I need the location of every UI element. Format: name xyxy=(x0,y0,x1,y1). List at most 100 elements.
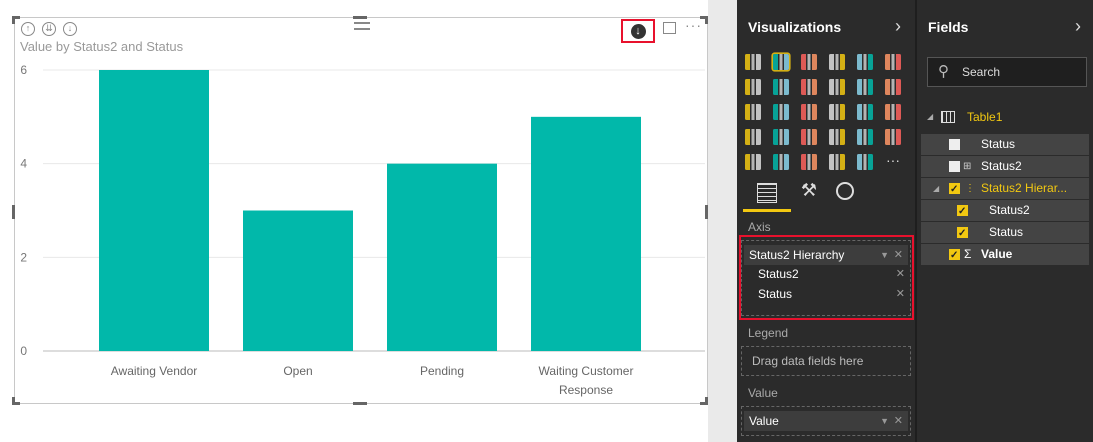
fields-title: Fields xyxy=(928,19,969,35)
clustered-bar-chart-icon[interactable] xyxy=(801,54,817,70)
checkbox[interactable] xyxy=(949,245,960,266)
field-status2[interactable]: ⊞ Status2 xyxy=(921,156,1089,177)
x-tick-label: Awaiting Vendor xyxy=(111,364,198,378)
field-status[interactable]: Status xyxy=(921,134,1089,155)
visual-pane-tabs: ⚒ xyxy=(737,176,915,212)
field-label: Status2 xyxy=(981,159,1022,173)
gauge-icon[interactable] xyxy=(801,129,817,145)
y-tick-label: 2 xyxy=(20,250,27,264)
bar[interactable] xyxy=(531,116,641,351)
clustered-column-chart-icon[interactable] xyxy=(829,54,845,70)
field-hier-status2[interactable]: Status2 xyxy=(921,200,1089,222)
matrix-icon[interactable] xyxy=(885,104,901,120)
search-icon: ⚲ xyxy=(938,63,949,80)
y-tick-label: 4 xyxy=(20,157,27,171)
treemap-icon[interactable] xyxy=(801,104,817,120)
canvas-gutter xyxy=(708,0,737,442)
expand-table-icon[interactable]: ◢ xyxy=(927,112,933,121)
bar[interactable] xyxy=(387,163,497,351)
filled-map-icon[interactable] xyxy=(745,129,761,145)
field-status2-hierarchy[interactable]: ◢ ⋮ Status2 Hierar... xyxy=(921,178,1089,200)
more-visuals-icon[interactable]: ··· xyxy=(883,152,903,172)
sigma-icon: Σ xyxy=(964,247,972,261)
y-tick-label: 0 xyxy=(20,344,27,358)
x-tick-label: Waiting Customer xyxy=(539,364,634,378)
donut-chart-icon[interactable] xyxy=(773,154,789,170)
line-column-chart-icon[interactable] xyxy=(829,79,845,95)
x-tick-label: Pending xyxy=(420,364,464,378)
field-label: Status xyxy=(981,137,1016,151)
card-icon[interactable] xyxy=(857,129,873,145)
collapse-hierarchy-icon[interactable]: ◢ xyxy=(933,178,939,199)
column-chart-visual[interactable]: ↑ ⇊ ↓ ↓ ··· Value by Status2 and Status … xyxy=(14,17,708,404)
field-hier-status[interactable]: Status xyxy=(921,222,1089,244)
visualizations-title: Visualizations xyxy=(748,19,842,35)
bar[interactable] xyxy=(99,70,209,351)
fields-well-icon xyxy=(757,183,777,203)
y-tick-label: 6 xyxy=(20,63,27,77)
bar[interactable] xyxy=(243,210,353,352)
funnel-icon[interactable] xyxy=(773,129,789,145)
checkbox[interactable] xyxy=(949,161,960,172)
field-value[interactable]: Σ Value xyxy=(921,244,1089,266)
shape-map-icon[interactable] xyxy=(829,154,845,170)
hierarchy-icon: ⊞ xyxy=(963,161,972,172)
value-field[interactable]: Value ▼ ✕ xyxy=(744,411,908,431)
100-bar-chart-icon[interactable] xyxy=(857,54,873,70)
search-input[interactable]: ⚲ Search xyxy=(927,57,1087,87)
resize-handle-tl-v[interactable] xyxy=(12,16,15,24)
resize-handle-top[interactable] xyxy=(353,16,367,19)
value-field-label: Value xyxy=(749,414,779,428)
chart-area: 0 2 4 6 Awaiting Vendor Open Pending Waiting Cu… xyxy=(20,63,705,397)
chevron-down-icon[interactable]: ▼ xyxy=(880,411,889,431)
search-placeholder: Search xyxy=(962,65,1001,79)
resize-handle-bl-v[interactable] xyxy=(12,397,15,405)
collapse-visualizations-icon[interactable]: › xyxy=(895,16,901,37)
report-canvas: ↑ ⇊ ↓ ↓ ··· Value by Status2 and Status … xyxy=(0,0,737,442)
tab-fields[interactable] xyxy=(743,176,791,212)
100-column-chart-icon[interactable] xyxy=(885,54,901,70)
axis-section-label: Axis xyxy=(748,220,771,234)
axis-highlight-box xyxy=(739,235,914,320)
analytics-icon[interactable] xyxy=(836,182,854,200)
remove-icon[interactable]: ✕ xyxy=(894,411,903,431)
table-name[interactable]: Table1 xyxy=(967,110,1002,124)
stacked-bar-chart-icon[interactable] xyxy=(745,54,761,70)
checkbox[interactable] xyxy=(949,139,960,150)
hierarchy-icon: ⋮ xyxy=(965,183,975,194)
stacked-area-chart-icon[interactable] xyxy=(801,79,817,95)
pie-chart-icon[interactable] xyxy=(773,104,789,120)
stacked-column-chart-icon[interactable] xyxy=(771,52,791,72)
area-chart-icon[interactable] xyxy=(773,79,789,95)
resize-handle-left[interactable] xyxy=(12,205,15,219)
legend-well[interactable]: Drag data fields here xyxy=(741,346,911,376)
value-well[interactable]: Value ▼ ✕ xyxy=(741,406,911,436)
x-tick-label: Response xyxy=(559,383,613,397)
visualizations-pane: Visualizations › ··· ⚒ Axis Status2 Hier… xyxy=(737,0,915,442)
x-tick-label: Open xyxy=(283,364,312,378)
ribbon-chart-icon[interactable] xyxy=(885,79,901,95)
paint-roller-icon[interactable]: ⚒ xyxy=(799,180,819,204)
value-section-label: Value xyxy=(748,386,778,400)
collapse-fields-icon[interactable]: › xyxy=(1075,16,1081,37)
checkbox[interactable] xyxy=(957,223,968,244)
legend-section-label: Legend xyxy=(748,326,789,340)
field-label: Value xyxy=(981,247,1013,261)
checkbox[interactable] xyxy=(957,201,968,222)
line-stacked-column-icon[interactable] xyxy=(857,79,873,95)
globe-icon[interactable] xyxy=(857,154,873,170)
slicer-icon[interactable] xyxy=(745,154,761,170)
line-chart-icon[interactable] xyxy=(745,79,761,95)
field-label: Status xyxy=(989,225,1024,239)
checkbox[interactable] xyxy=(949,179,960,200)
kpi-icon[interactable] xyxy=(885,129,901,145)
fields-pane: Fields › ⚲ Search ◢ Table1 Status ⊞ Stat… xyxy=(917,0,1093,442)
table-visual-icon[interactable] xyxy=(857,104,873,120)
field-label: Status2 xyxy=(989,203,1030,217)
multirow-card-icon[interactable] xyxy=(829,129,845,145)
scatter-chart-icon[interactable] xyxy=(745,104,761,120)
resize-handle-bottom[interactable] xyxy=(353,402,367,405)
table-icon xyxy=(941,111,955,123)
map-icon[interactable] xyxy=(829,104,845,120)
r-script-icon[interactable] xyxy=(801,154,817,170)
